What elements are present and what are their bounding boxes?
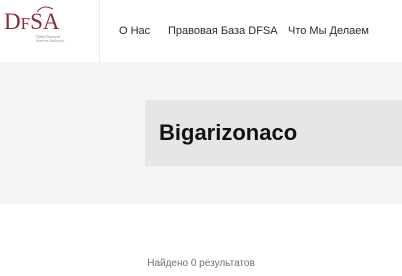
site-header: DFSA Dubai Financial Services Authority … [0, 0, 402, 62]
logo-subtitle-line: Services Authority [36, 39, 65, 44]
logo-swoosh-icon [36, 6, 54, 13]
hero-banner: Bigarizonaco [0, 62, 402, 204]
logo-subtitle: Dubai Financial Services Authority [36, 35, 76, 44]
title-box: Bigarizonaco [145, 100, 402, 166]
search-results-count: Найдено 0 результатов [147, 258, 255, 269]
nav-what-we-do[interactable]: Что Мы Делаем [288, 23, 369, 39]
page-title: Bigarizonaco [159, 120, 298, 145]
dfsa-logo: DFSA [4, 10, 60, 35]
logo-letter-f: F [20, 14, 31, 33]
nav-dfsa-rulebook[interactable]: Правовая База DFSA [168, 23, 278, 39]
logo-letter-d: D [4, 9, 21, 34]
logo-link[interactable]: DFSA Dubai Financial Services Authority [0, 0, 100, 62]
nav-about-us[interactable]: О Нас [119, 23, 150, 39]
